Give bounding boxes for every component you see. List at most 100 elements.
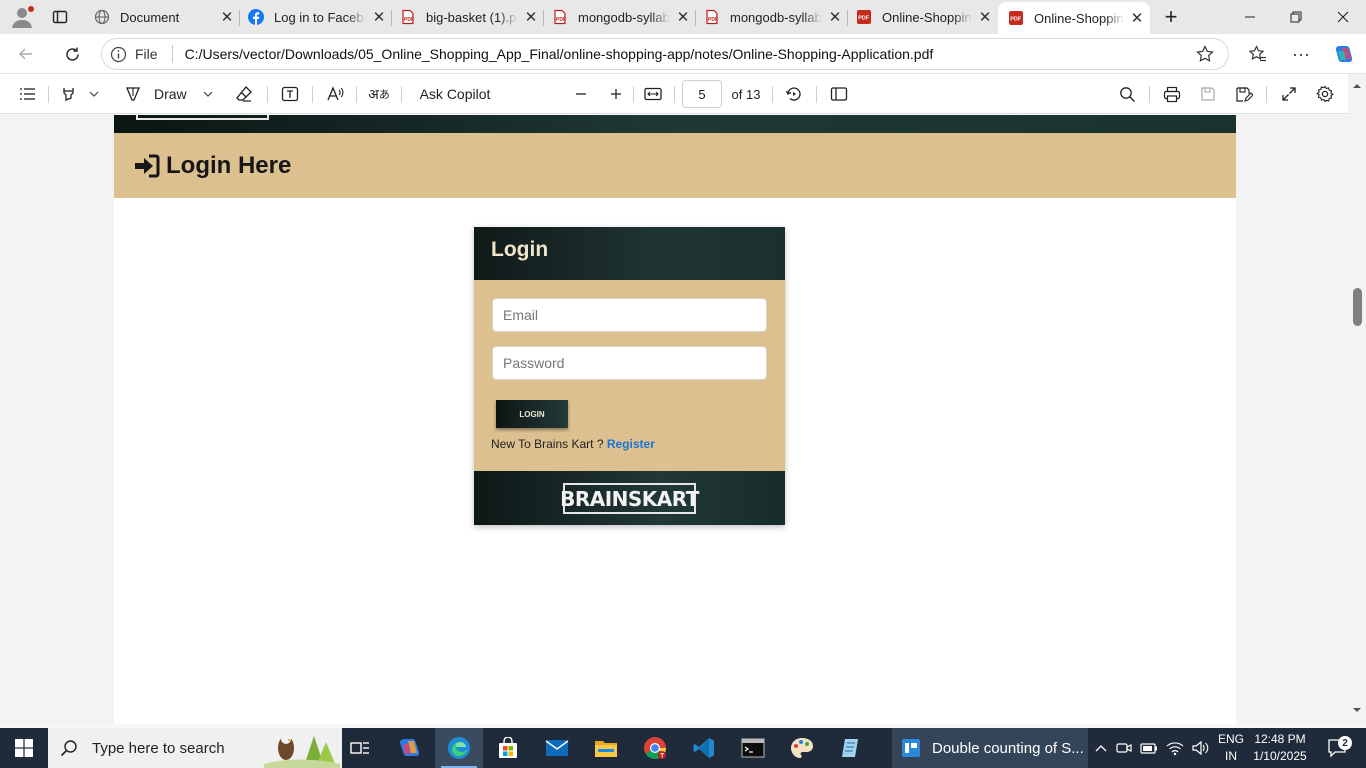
vertical-scrollbar[interactable]: [1348, 74, 1366, 724]
tab-mongodb-1[interactable]: PDF mongodb-syllabus ✕: [542, 2, 696, 32]
tab-big-basket[interactable]: PDF big-basket (1).pdf ✕: [390, 2, 544, 32]
pdf-viewer[interactable]: Login Here Login Email Password LOGIN Ne…: [0, 115, 1348, 724]
chevron-down-icon[interactable]: [86, 80, 102, 108]
close-icon[interactable]: ✕: [214, 4, 240, 30]
profile-avatar[interactable]: [8, 4, 36, 30]
add-text-icon[interactable]: [278, 80, 302, 108]
notification-center-button[interactable]: 2: [1318, 728, 1358, 768]
vscode-icon[interactable]: [680, 728, 728, 768]
page-number-input[interactable]: 5: [682, 80, 722, 108]
pdf-page: Login Here Login Email Password LOGIN Ne…: [114, 115, 1236, 724]
chevron-down-icon[interactable]: [200, 80, 216, 108]
search-placeholder: Type here to search: [92, 739, 225, 757]
close-icon[interactable]: ✕: [1124, 5, 1150, 31]
meet-now-icon[interactable]: [1116, 740, 1132, 756]
close-window-button[interactable]: [1320, 0, 1366, 34]
pen-icon: [124, 85, 142, 103]
terminal-icon[interactable]: [729, 728, 777, 768]
highlight-icon[interactable]: [58, 80, 80, 108]
scroll-down-icon[interactable]: [1352, 706, 1362, 714]
tab-online-shopping-1[interactable]: PDF Online-Shopping ✕: [846, 2, 998, 32]
paint-icon[interactable]: [778, 728, 826, 768]
battery-icon[interactable]: [1140, 740, 1158, 756]
rotate-icon[interactable]: [782, 80, 806, 108]
volume-icon[interactable]: [1192, 740, 1210, 756]
url-text[interactable]: C:/Users/vector/Downloads/05_Online_Shop…: [185, 46, 934, 62]
search-icon[interactable]: [1115, 80, 1139, 108]
language-indicator[interactable]: ENG IN: [1214, 731, 1248, 765]
minimize-button[interactable]: [1227, 0, 1273, 34]
tab-mongodb-2[interactable]: PDF mongodb-syllabus ✕: [694, 2, 848, 32]
svg-text:T: T: [660, 754, 664, 760]
page-view-icon[interactable]: [827, 80, 851, 108]
translate-icon[interactable]: अあ: [367, 80, 391, 108]
register-link[interactable]: Register: [607, 437, 655, 451]
start-button[interactable]: [0, 728, 48, 768]
draw-button[interactable]: Draw: [124, 80, 192, 108]
login-card-footer: BRAINSKART: [474, 471, 785, 525]
site-info-button[interactable]: File: [110, 46, 158, 63]
pdf-icon: PDF: [552, 9, 568, 25]
favorite-star-icon[interactable]: [1196, 45, 1214, 63]
password-field[interactable]: Password: [492, 346, 767, 380]
fullscreen-icon[interactable]: [1277, 80, 1301, 108]
region-code: IN: [1225, 749, 1237, 763]
draw-label: Draw: [154, 86, 187, 102]
close-icon[interactable]: ✕: [518, 4, 544, 30]
scroll-up-icon[interactable]: [1352, 82, 1362, 90]
save-icon[interactable]: [1196, 80, 1220, 108]
restore-button[interactable]: [1273, 0, 1319, 34]
file-explorer-icon[interactable]: [582, 728, 630, 768]
page-header-strip: [114, 115, 1236, 133]
close-icon[interactable]: ✕: [366, 4, 392, 30]
chevron-up-icon[interactable]: [1094, 743, 1108, 753]
ask-copilot-button[interactable]: Ask Copilot: [412, 80, 498, 108]
section-heading: Login Here: [166, 151, 292, 179]
zoom-in-icon[interactable]: [605, 80, 627, 108]
tab-online-shopping-active[interactable]: PDF Online-Shopping ✕: [998, 2, 1150, 34]
fit-page-icon[interactable]: [641, 80, 665, 108]
eraser-icon[interactable]: [232, 80, 256, 108]
notepad-icon[interactable]: [827, 728, 875, 768]
facebook-icon: [248, 9, 264, 25]
new-tab-button[interactable]: +: [1157, 4, 1185, 30]
refresh-button[interactable]: [56, 38, 88, 70]
print-icon[interactable]: [1160, 80, 1184, 108]
email-field[interactable]: Email: [492, 298, 767, 332]
wifi-icon[interactable]: [1166, 740, 1184, 756]
tab-document[interactable]: Document ✕: [84, 2, 240, 32]
back-button[interactable]: [10, 38, 42, 70]
tab-actions-icon[interactable]: [46, 4, 74, 30]
zoom-out-icon[interactable]: [570, 80, 592, 108]
favorites-icon[interactable]: [1242, 38, 1274, 70]
more-options-icon[interactable]: ···: [1285, 38, 1317, 70]
svg-text:PDF: PDF: [1010, 17, 1021, 23]
close-icon[interactable]: ✕: [822, 4, 848, 30]
close-icon[interactable]: ✕: [972, 4, 998, 30]
logo-fragment: [136, 115, 269, 120]
read-aloud-icon[interactable]: [323, 80, 347, 108]
copilot-taskbar-icon[interactable]: [386, 728, 434, 768]
mail-icon[interactable]: [533, 728, 581, 768]
close-icon[interactable]: ✕: [670, 4, 696, 30]
clock[interactable]: 12:48 PM 1/10/2025: [1248, 731, 1312, 765]
login-button[interactable]: LOGIN: [496, 400, 568, 428]
edge-taskbar-icon[interactable]: [435, 728, 483, 768]
tab-facebook[interactable]: Log in to Facebook ✕: [238, 2, 392, 32]
scroll-thumb[interactable]: [1353, 288, 1362, 326]
login-card-body: Email Password LOGIN New To Brains Kart …: [474, 280, 785, 471]
taskbar-active-window[interactable]: Double counting of S...: [892, 728, 1088, 768]
brand-logo: BRAINSKART: [560, 483, 699, 514]
address-bar[interactable]: File C:/Users/vector/Downloads/05_Online…: [101, 38, 1229, 70]
settings-gear-icon[interactable]: [1313, 80, 1337, 108]
globe-icon: [94, 9, 110, 25]
chrome-icon[interactable]: T: [631, 728, 679, 768]
contents-icon[interactable]: [14, 80, 40, 108]
copilot-icon[interactable]: [1328, 38, 1360, 70]
save-as-icon[interactable]: [1232, 80, 1256, 108]
app-window-icon: [902, 739, 920, 757]
pdf-icon: PDF: [856, 9, 872, 25]
microsoft-store-icon[interactable]: [484, 728, 532, 768]
task-view-icon[interactable]: [336, 728, 384, 768]
taskbar-search-box[interactable]: Type here to search: [48, 728, 342, 768]
